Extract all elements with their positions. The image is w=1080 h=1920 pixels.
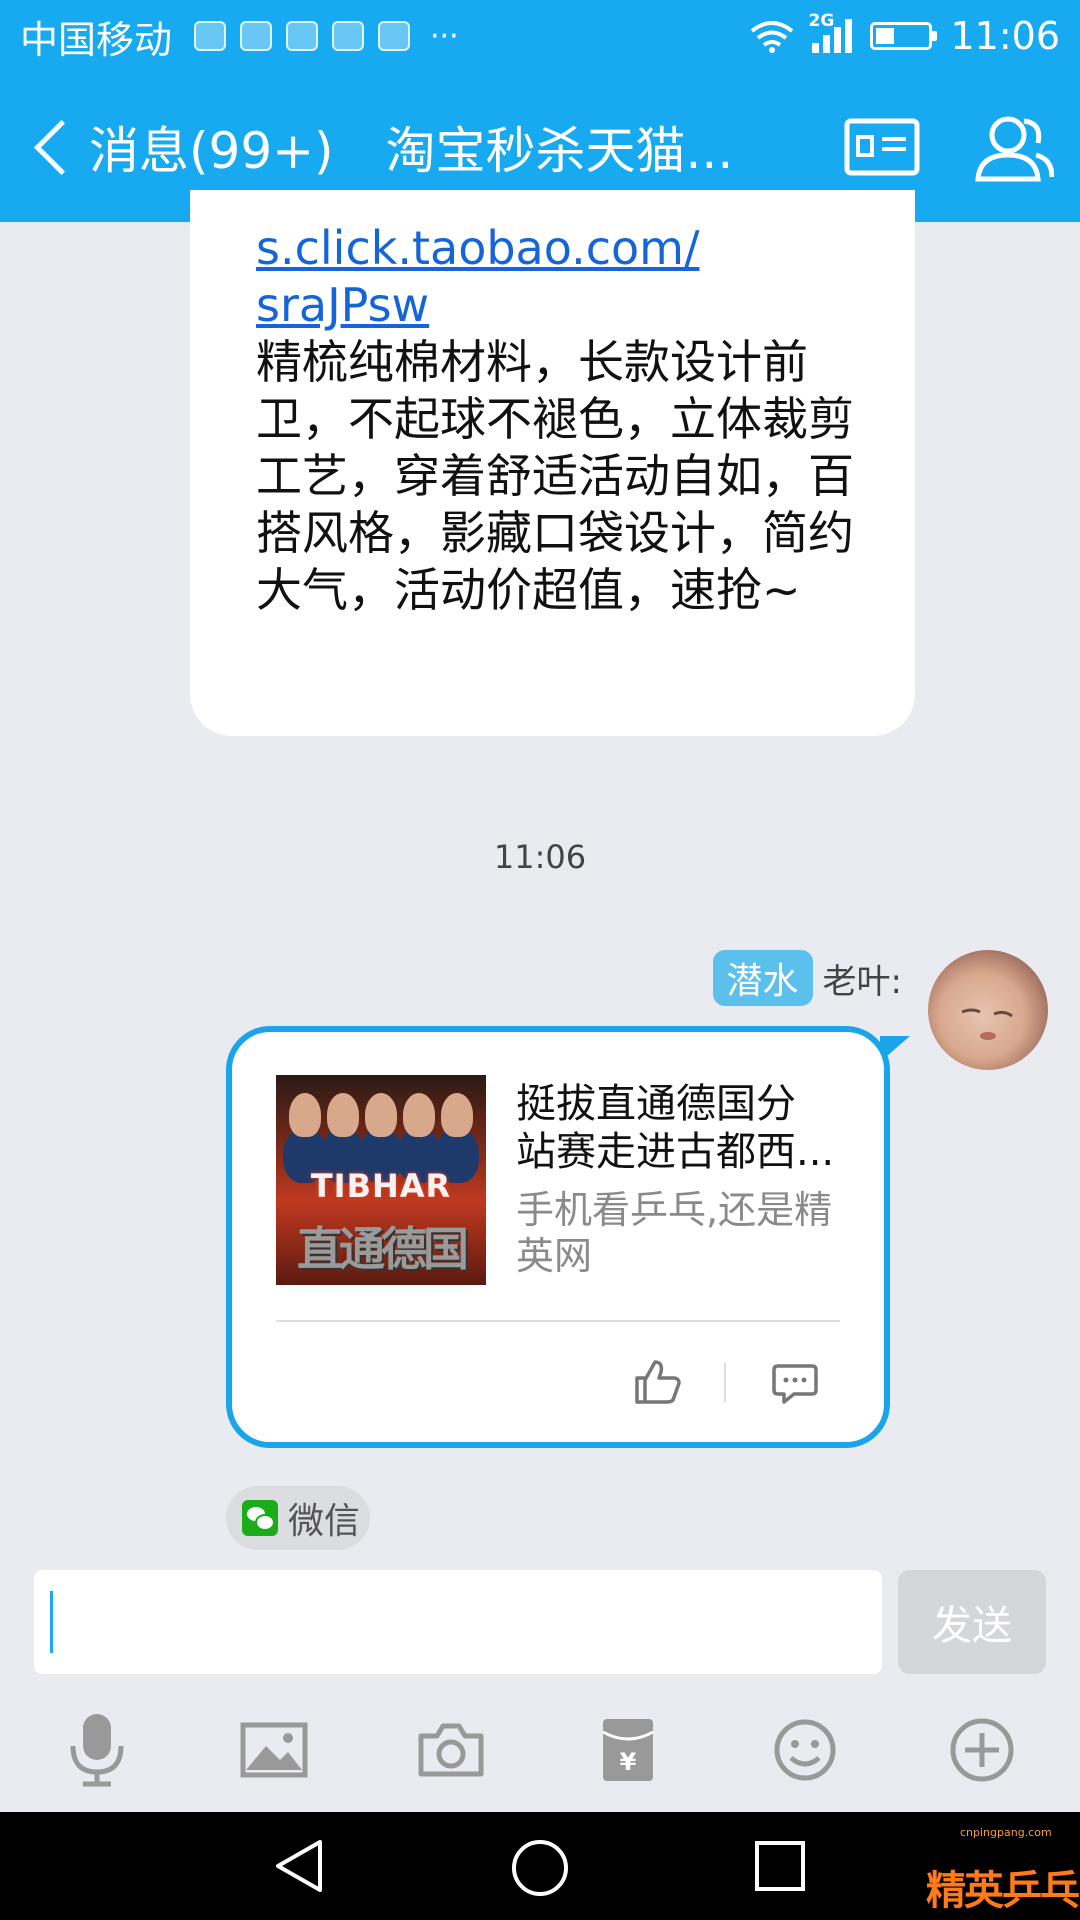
message-timestamp: 11:06 [493,838,587,876]
plus-icon [950,1718,1013,1782]
status-bar: 中国移动 ··· 2G 11:06 [0,0,1080,72]
source-chip[interactable]: 微信 [226,1486,370,1550]
more-button[interactable] [893,1690,1070,1810]
gallery-icon [332,21,365,51]
input-toolbar: ¥ [0,1690,1080,1810]
photo-icon [378,21,411,51]
status-time: 11:06 [950,14,1060,58]
sender-info: 潜水 老叶: [712,950,902,1006]
article-title[interactable]: 挺拔直通德国分 站赛走进古都西... [516,1080,846,1176]
chevron-left-icon [33,119,90,175]
article-title-line-1: 挺拔直通德国分 [516,1081,796,1127]
more-notifications-icon: ··· [430,18,459,54]
card-divider [276,1320,840,1322]
watermark-url: cnpingpang.com [960,1826,1052,1839]
link-line-1: s.click.taobao.com/ [256,221,700,275]
battery-icon [870,22,938,50]
back-label: 消息(99+) [89,122,334,180]
send-button[interactable]: 发送 [898,1570,1046,1674]
carrier-name: 中国移动 [20,17,173,62]
sender-name[interactable]: 老叶: [823,954,902,1003]
wechat-icon [242,1500,278,1536]
recents-square-icon[interactable] [754,1838,806,1894]
watermark-logo: cnpingpang.com 精英乒乓网 [900,1818,1080,1920]
players-photo [286,1083,476,1173]
message-input[interactable] [34,1570,882,1674]
red-packet-icon: ¥ [601,1719,654,1781]
text-cursor [50,1591,53,1653]
baby-face-icon [961,1008,1013,1040]
image-icon [240,1722,307,1778]
avatar[interactable] [928,950,1048,1070]
message-text: 精梳纯棉材料，长款设计前卫，不起球不褪色，立体裁剪工艺，穿着舒适活动自如，百搭风… [256,335,854,617]
group-members-icon[interactable] [972,111,1054,183]
svg-text:¥: ¥ [619,1748,636,1776]
red-packet-button[interactable]: ¥ [539,1690,716,1810]
card-action-separator [724,1362,726,1402]
watermark-text: 精英乒乓网 [926,1868,1080,1914]
home-circle-icon[interactable] [510,1838,570,1898]
back-button[interactable]: 消息(99+) [30,111,334,183]
camera-icon [418,1723,483,1777]
link-line-2: sraJPsw [256,278,430,332]
message-bubble: s.click.taobao.com/ sraJPsw 精梳纯棉材料，长款设计前… [190,190,915,736]
emoji-button[interactable] [716,1690,893,1810]
health-icon [286,21,319,51]
microphone-icon [70,1714,123,1787]
thumbnail-brand: TIBHAR [310,1167,452,1205]
article-title-line-2: 站赛走进古都西... [516,1129,835,1175]
notification-icons: ··· [194,19,459,54]
back-triangle-icon[interactable] [272,1838,326,1894]
source-label: 微信 [288,1501,361,1542]
app-notification-icon [194,21,227,51]
wifi-icon [751,21,794,53]
article-subtitle: 手机看乒乓,还是精英网 [516,1188,833,1278]
comment-icon[interactable] [772,1362,818,1406]
camera-button[interactable] [362,1690,539,1810]
mail-icon [240,21,273,51]
thumbs-up-icon[interactable] [633,1358,683,1406]
profile-card-icon[interactable] [844,117,920,177]
member-title-badge: 潜水 [712,950,813,1006]
cell-signal-icon: 2G [808,11,853,53]
network-type: 2G [808,11,835,31]
thumbnail-title: 直通德国 [297,1222,469,1276]
image-button[interactable] [185,1690,362,1810]
article-thumbnail[interactable]: TIBHAR 直通德国 [276,1075,486,1285]
chat-title: 淘宝秒杀天猫... [385,122,734,180]
emoji-icon [774,1719,835,1781]
taobao-link[interactable]: s.click.taobao.com/ sraJPsw [256,220,855,334]
voice-button[interactable] [8,1690,185,1810]
